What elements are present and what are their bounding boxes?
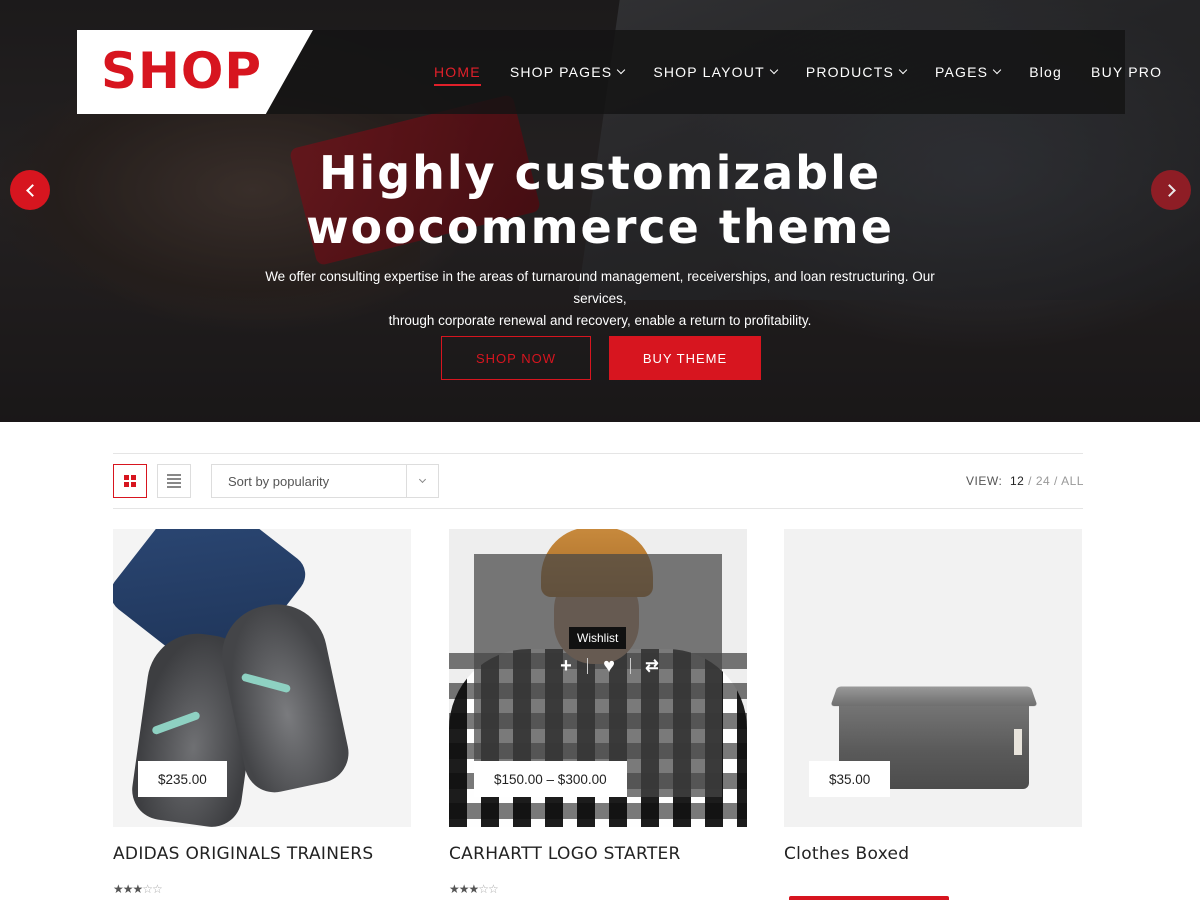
- buy-theme-button[interactable]: BUY THEME: [609, 336, 761, 380]
- product-title[interactable]: Clothes Boxed: [784, 844, 1082, 864]
- product-card[interactable]: Wishlist + ♥ ⇄ $150.00 – $300.00 CARHART…: [449, 529, 747, 896]
- product-actions: + ♥ ⇄: [545, 653, 673, 679]
- product-image[interactable]: $35.00: [784, 529, 1082, 827]
- view-count: VIEW: 12 / 24 / ALL: [966, 474, 1084, 488]
- list-view-button[interactable]: [157, 464, 191, 498]
- star-rating: ★★★☆☆: [113, 882, 163, 896]
- heart-icon[interactable]: ♥: [588, 653, 630, 679]
- nav-buy-pro[interactable]: BUY PRO: [1091, 62, 1162, 82]
- product-image[interactable]: $235.00: [113, 529, 411, 827]
- chevron-down-icon: [617, 65, 626, 75]
- divider: [113, 508, 1083, 509]
- chevron-down-icon: [406, 465, 438, 497]
- grid-icon: [124, 475, 136, 487]
- wishlist-tooltip: Wishlist: [569, 627, 627, 649]
- hero-subtitle: We offer consulting expertise in the are…: [265, 269, 935, 328]
- list-icon: [167, 474, 181, 488]
- add-to-cart-icon[interactable]: +: [545, 653, 587, 679]
- chevron-down-icon: [898, 65, 908, 75]
- view-option-12[interactable]: 12: [1010, 474, 1024, 488]
- chevron-down-icon: [992, 65, 1002, 75]
- nav-pages[interactable]: PAGES: [935, 62, 1002, 82]
- product-card[interactable]: $235.00 ADIDAS ORIGINALS TRAINERS ★★★☆☆: [113, 529, 411, 896]
- hero-title: Highly customizable woocommerce theme: [306, 146, 894, 254]
- logo[interactable]: SHOP: [101, 40, 262, 102]
- divider: [113, 453, 1083, 454]
- nav-shop-layout[interactable]: SHOP LAYOUT: [653, 62, 779, 82]
- add-to-cart-button[interactable]: [789, 896, 949, 900]
- star-rating: ★★★☆☆: [449, 882, 499, 896]
- product-title[interactable]: CARHARTT LOGO STARTER: [449, 844, 747, 864]
- product-price: $235.00: [138, 761, 227, 797]
- grid-view-button[interactable]: [113, 464, 147, 498]
- nav-blog[interactable]: Blog: [1029, 62, 1062, 82]
- product-card[interactable]: $35.00 Clothes Boxed: [784, 529, 1082, 864]
- nav-home[interactable]: HOME: [434, 62, 481, 86]
- shop-now-button[interactable]: SHOP NOW: [441, 336, 591, 380]
- main-nav: HOME SHOP PAGES SHOP LAYOUT PRODUCTS PAG…: [434, 62, 1162, 88]
- nav-shop-pages[interactable]: SHOP PAGES: [510, 62, 626, 82]
- view-option-all[interactable]: ALL: [1061, 474, 1084, 488]
- product-price: $150.00 – $300.00: [474, 761, 627, 797]
- product-price: $35.00: [809, 761, 891, 797]
- sort-value: Sort by popularity: [228, 473, 330, 489]
- nav-products[interactable]: PRODUCTS: [806, 62, 908, 82]
- view-option-24[interactable]: 24: [1036, 474, 1050, 488]
- product-image[interactable]: Wishlist + ♥ ⇄ $150.00 – $300.00: [449, 529, 747, 827]
- chevron-down-icon: [769, 65, 779, 75]
- sort-select[interactable]: Sort by popularity: [211, 464, 439, 498]
- product-title[interactable]: ADIDAS ORIGINALS TRAINERS: [113, 844, 411, 864]
- compare-icon[interactable]: ⇄: [631, 653, 673, 679]
